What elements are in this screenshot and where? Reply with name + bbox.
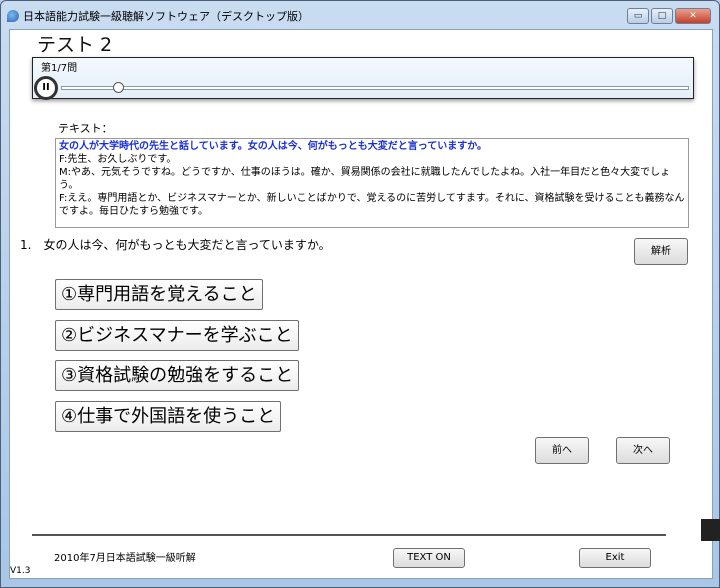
app-icon bbox=[7, 10, 19, 22]
footer-caption: 2010年7月日本語試験一級听解 bbox=[54, 553, 196, 564]
prev-button[interactable]: 前へ bbox=[535, 437, 589, 464]
window-title: 日本語能力試験一級聴解ソフトウェア（デスクトップ版） bbox=[23, 10, 309, 23]
page-title: テスト 2 bbox=[37, 34, 113, 56]
question-counter: 第1/7問 bbox=[41, 63, 78, 74]
client-area: テスト 2 第1/7問 II テキスト： 女の人が大学時代の先生と話しています。… bbox=[9, 29, 713, 579]
text-on-button[interactable]: TEXT ON bbox=[393, 548, 465, 568]
pause-button[interactable]: II bbox=[34, 76, 58, 100]
version-label: V1.3 bbox=[10, 566, 31, 576]
slider-thumb[interactable] bbox=[113, 82, 125, 93]
divider bbox=[32, 534, 666, 536]
analysis-button[interactable]: 解析 bbox=[634, 238, 688, 265]
choice-3[interactable]: ③資格試験の勉強をすること bbox=[55, 360, 300, 391]
next-button[interactable]: 次へ bbox=[616, 437, 670, 464]
transcript-line: F:先生、お久しぶりです。 bbox=[59, 154, 177, 165]
transcript-line: M:やあ、元気そうですね。どうですか、仕事のほうは。確か、貿易関係の会社に就職し… bbox=[59, 167, 671, 191]
text-label: テキスト： bbox=[58, 122, 113, 135]
side-widget bbox=[701, 519, 720, 541]
audio-player: 第1/7問 II bbox=[32, 57, 694, 100]
progress-slider[interactable] bbox=[61, 82, 689, 93]
question-text: 1. 女の人は今、何がもっとも大変だと言っていますか。 bbox=[20, 238, 331, 252]
title-bar: 日本語能力試験一級聴解ソフトウェア（デスクトップ版） bbox=[7, 5, 607, 27]
choice-4[interactable]: ④仕事で外国語を使うこと bbox=[55, 401, 282, 432]
maximize-button[interactable]: □ bbox=[651, 8, 673, 24]
choice-1[interactable]: ①専門用語を覚えること bbox=[55, 279, 263, 310]
app-window: 日本語能力試験一級聴解ソフトウェア（デスクトップ版） ▭ □ ✕ テスト 2 第… bbox=[0, 0, 720, 588]
choice-2[interactable]: ②ビジネスマナーを学ぶこと bbox=[55, 320, 299, 351]
transcript-box[interactable]: 女の人が大学時代の先生と話しています。女の人は今、何がもっとも大変だと言っていま… bbox=[55, 138, 689, 228]
transcript-highlight: 女の人が大学時代の先生と話しています。女の人は今、何がもっとも大変だと言っていま… bbox=[59, 141, 487, 152]
transcript-line: F:ええ。専門用語とか、ビジネスマナーとか、新しいことばかりで、覚えるのに苦労し… bbox=[59, 193, 685, 217]
exit-button[interactable]: Exit bbox=[579, 548, 651, 568]
minimize-button[interactable]: ▭ bbox=[627, 8, 649, 24]
close-button[interactable]: ✕ bbox=[675, 8, 711, 24]
